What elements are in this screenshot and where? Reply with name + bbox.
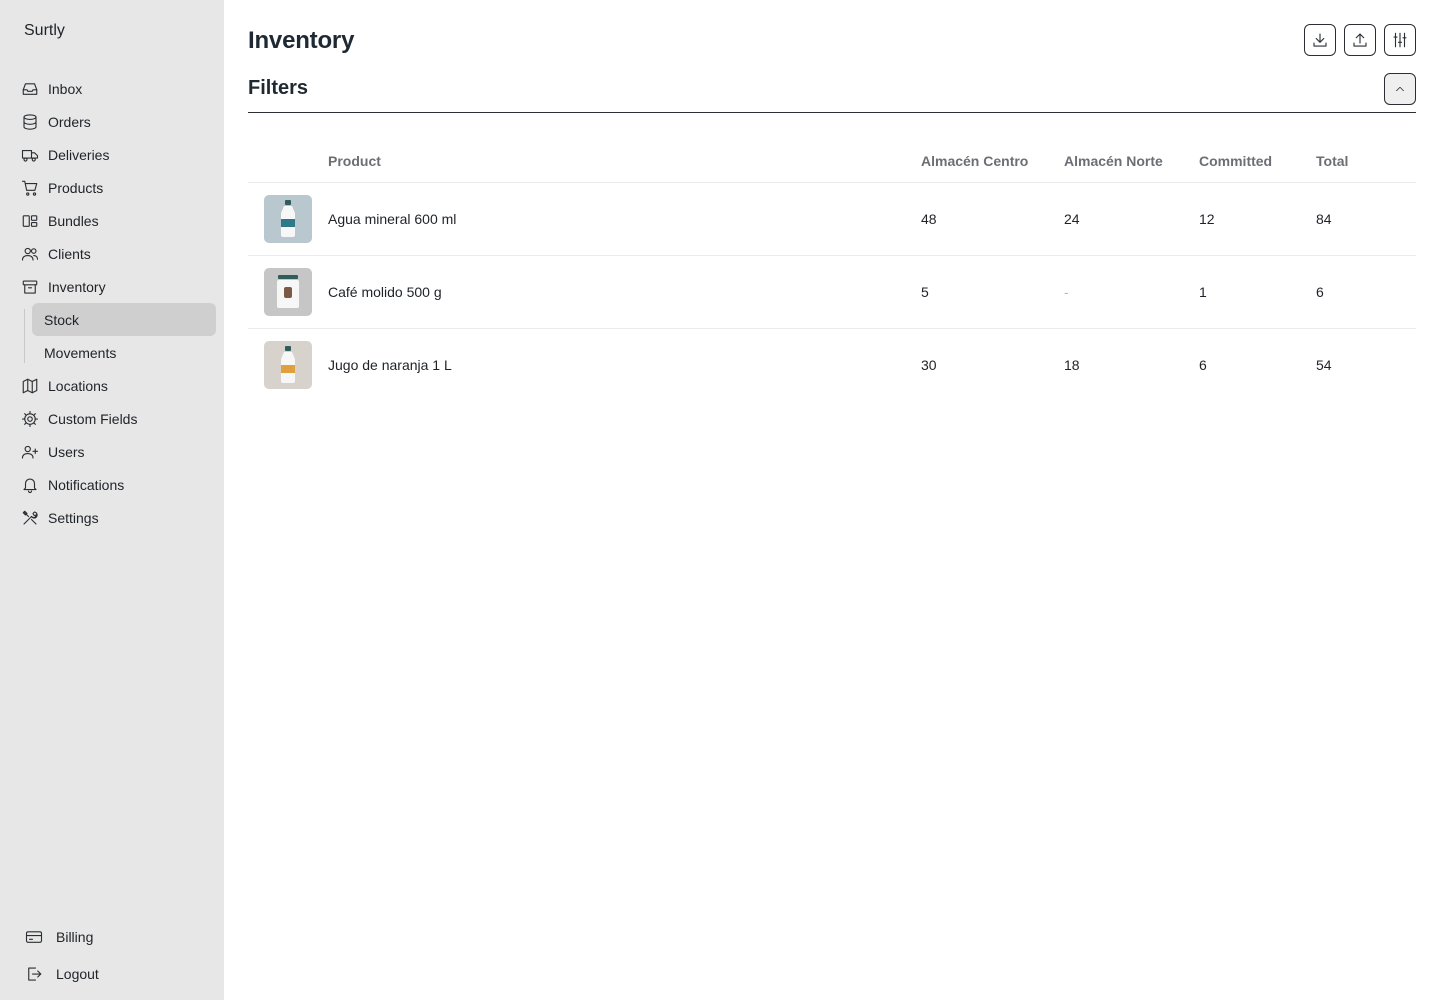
product-name[interactable]: Café molido 500 g: [328, 255, 921, 329]
stock-almacen-centro: 48: [921, 182, 1064, 256]
sidebar-item-notifications[interactable]: Notifications: [0, 468, 224, 501]
stock-almacen-norte: -: [1064, 255, 1199, 329]
table-row[interactable]: Jugo de naranja 1 L 30 18 6 54: [248, 328, 1416, 401]
stock-committed: 1: [1199, 255, 1316, 329]
archive-icon: [20, 277, 40, 297]
sidebar-item-inventory[interactable]: Inventory: [0, 270, 224, 303]
table-header-row: Product Almacén Centro Almacén Norte Com…: [248, 140, 1416, 183]
table-row[interactable]: Agua mineral 600 ml 48 24 12 84: [248, 182, 1416, 256]
main-content: Inventory Filters Product Almacén Centro…: [248, 0, 1416, 1000]
sidebar-item-label: Orders: [48, 113, 91, 130]
sidebar-subitem-movements[interactable]: Movements: [32, 336, 216, 369]
sidebar-subitem-stock[interactable]: Stock: [32, 303, 216, 336]
column-header-product[interactable]: Product: [328, 140, 921, 183]
sidebar-item-label: Inventory: [48, 278, 106, 295]
sidebar-item-label: Notifications: [48, 476, 125, 493]
table-row[interactable]: Café molido 500 g 5 - 1 6: [248, 255, 1416, 329]
sidebar-bottom: Billing Logout: [0, 918, 224, 992]
logout-icon: [24, 964, 44, 984]
sidebar-item-label: Custom Fields: [48, 410, 138, 427]
column-header-total[interactable]: Total: [1316, 140, 1416, 183]
stock-almacen-centro: 30: [921, 356, 937, 373]
stock-total: 6: [1316, 255, 1416, 329]
credit-card-icon: [24, 927, 44, 947]
columns-settings-button[interactable]: [1384, 24, 1416, 56]
users-icon: [20, 244, 40, 264]
sliders-icon: [1393, 32, 1407, 48]
upload-icon: [1353, 33, 1367, 47]
bottle-icon: [281, 199, 295, 237]
filters-collapse-button[interactable]: [1384, 73, 1416, 105]
bell-icon: [20, 475, 40, 495]
column-header-almacen-norte[interactable]: Almacén Norte: [1064, 140, 1199, 183]
product-name[interactable]: Agua mineral 600 ml: [328, 182, 921, 256]
image-column-header: [248, 140, 328, 183]
product-name[interactable]: Jugo de naranja 1 L: [328, 328, 921, 401]
sidebar-item-label: Clients: [48, 245, 91, 262]
upload-button[interactable]: [1344, 24, 1376, 56]
stock-almacen-centro: 5: [921, 255, 1064, 329]
stock-almacen-norte: 18: [1064, 356, 1080, 373]
sidebar-item-settings[interactable]: Settings: [0, 501, 224, 534]
product-thumbnail: [264, 340, 312, 389]
toolbar: [1304, 24, 1416, 56]
sidebar-item-billing[interactable]: Billing: [0, 918, 224, 955]
sidebar-item-label: Settings: [48, 509, 99, 526]
bundles-icon: [20, 211, 40, 231]
sidebar-item-label: Logout: [56, 965, 99, 982]
column-header-almacen-centro[interactable]: Almacén Centro: [921, 140, 1064, 183]
inventory-table: Product Almacén Centro Almacén Norte Com…: [248, 140, 1416, 401]
sidebar-item-logout[interactable]: Logout: [0, 955, 224, 992]
stock-total: 84: [1316, 182, 1416, 256]
product-thumbnail: [264, 194, 312, 243]
column-header-committed[interactable]: Committed: [1199, 140, 1316, 183]
page-title: Inventory: [248, 27, 355, 54]
stock-almacen-norte: 24: [1064, 182, 1199, 256]
sidebar-nav: Inbox Orders Deliveries Products Bundles…: [0, 72, 224, 534]
inbox-icon: [20, 79, 40, 99]
sidebar-item-locations[interactable]: Locations: [0, 369, 224, 402]
sidebar: Surtly Inbox Orders Deliveries Products …: [0, 0, 224, 1000]
sidebar-item-label: Billing: [56, 928, 94, 945]
stock-committed: 6: [1199, 356, 1207, 373]
chevron-up-icon: [1396, 86, 1404, 92]
sidebar-item-label: Locations: [48, 377, 108, 394]
user-plus-icon: [20, 442, 40, 462]
sidebar-item-label: Products: [48, 179, 104, 196]
sidebar-item-users[interactable]: Users: [0, 435, 224, 468]
bottle-icon: [281, 345, 295, 383]
truck-icon: [20, 145, 40, 165]
cart-icon: [20, 178, 40, 198]
stock-total: 54: [1316, 356, 1332, 373]
sidebar-item-inbox[interactable]: Inbox: [0, 72, 224, 105]
sidebar-item-label: Users: [48, 443, 85, 460]
map-icon: [20, 376, 40, 396]
sidebar-item-deliveries[interactable]: Deliveries: [0, 138, 224, 171]
sidebar-item-custom-fields[interactable]: Custom Fields: [0, 402, 224, 435]
jar-icon: [277, 274, 299, 308]
sidebar-item-bundles[interactable]: Bundles: [0, 204, 224, 237]
gear-icon: [20, 409, 40, 429]
download-button[interactable]: [1304, 24, 1336, 56]
filters-panel: Filters: [248, 72, 1416, 113]
sidebar-item-orders[interactable]: Orders: [0, 105, 224, 138]
database-icon: [20, 112, 40, 132]
sidebar-item-products[interactable]: Products: [0, 171, 224, 204]
sidebar-item-label: Inbox: [48, 80, 83, 97]
sidebar-item-clients[interactable]: Clients: [0, 237, 224, 270]
sidebar-item-label: Deliveries: [48, 146, 110, 163]
filters-title: Filters: [248, 77, 309, 99]
tools-icon: [20, 508, 40, 528]
sidebar-item-label: Bundles: [48, 212, 99, 229]
inventory-subnav: Stock Movements: [24, 303, 224, 369]
stock-committed: 12: [1199, 182, 1316, 256]
brand-name[interactable]: Surtly: [24, 22, 65, 40]
product-thumbnail: [264, 267, 312, 316]
download-icon: [1313, 33, 1327, 47]
